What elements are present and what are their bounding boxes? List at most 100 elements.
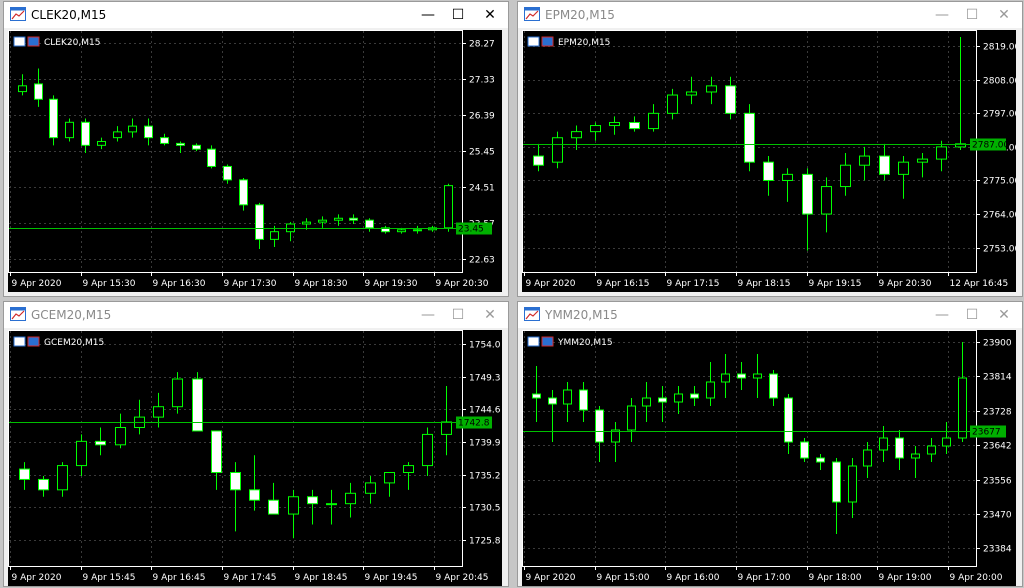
window-title: YMM20,M15 [545,308,618,322]
candlestick-chart[interactable]: 23900 23814 23728 23642 23556 23470 23384 9 Apr… [522,330,1016,586]
candle-bull [571,131,582,139]
candle-bear [725,85,736,114]
trade-panel-icon [527,36,540,47]
x-tick-label: 9 Apr 18:00 [809,573,862,583]
close-button[interactable]: ✕ [478,5,502,25]
y-tick-label: 23642 [983,442,1012,452]
candle-bear [81,121,90,146]
candle-bear [690,393,699,399]
candle-bull [172,378,183,408]
x-tick-label: 9 Apr 19:45 [365,573,418,583]
chart-canvas[interactable]: 2819.002808.002797.002786.002775.002764.… [522,30,1016,292]
candle-bull [721,373,730,383]
close-button[interactable]: ✕ [992,305,1016,325]
candle-bull [667,94,678,114]
y-tick-label: 2775.00 [983,177,1016,187]
chart-window-epm20[interactable]: EPM20,M15 — ☐ ✕ 2819.00 2808.00 2797.00 278… [517,1,1023,297]
y-tick-label: 2753.00 [983,245,1016,255]
candle-bear [349,217,358,221]
candle-bull [288,496,299,515]
y-tick-label: 26.39 [469,112,495,122]
candle-bull [942,437,951,447]
x-tick-label: 9 Apr 19:15 [809,279,862,289]
x-tick-label: 9 Apr 2020 [526,279,576,289]
candle-bull [674,393,683,403]
chart-canvas[interactable]: 23900 23814 23728 23642 23556 23470 23384 9 Apr… [522,330,1016,586]
candle-bull [422,433,433,467]
candle-bear [763,161,774,181]
candle-bear [176,142,185,146]
y-tick-label: 2808.00 [983,77,1016,87]
chart-window-icon [10,307,26,321]
candle-bear [895,437,904,459]
candle-bull [444,185,453,229]
x-tick-label: 9 Apr 16:00 [667,573,720,583]
maximize-button[interactable]: ☐ [960,5,984,25]
candlestick-chart[interactable]: 28.2727.3326.3925.4524.5123.5722.639 Apr… [8,30,502,292]
candlestick-chart[interactable]: 2819.002808.002797.002786.002775.002764.… [522,30,1016,292]
chart-window-icon [10,7,26,21]
y-tick-label: 23470 [983,511,1012,521]
chart-window-gcem20[interactable]: GCEM20,M15 — ☐ ✕ 1754.0 1749.3 1744.6 1739.… [3,301,509,587]
minimize-button[interactable]: — [930,305,954,325]
candle-bull [57,465,68,491]
plot-frame [522,330,977,567]
x-tick-label: 9 Apr 18:30 [295,279,348,289]
candle-bull [403,465,414,474]
candle-bear [307,496,318,505]
candle-bull [898,161,909,175]
minimize-button[interactable]: — [930,5,954,25]
candle-bear [207,148,216,167]
candle-bull [840,164,851,188]
chart-window-ymm20[interactable]: YMM20,M15 — ☐ ✕ 23900 23814 23728 23642 2355… [517,301,1023,587]
candle-bull [848,465,857,503]
chart-canvas[interactable]: 28.2727.3326.3925.4524.5123.5722.639 Apr… [8,30,502,292]
chart-canvas[interactable]: 1754.0 1749.3 1744.6 1739.9 1735.2 1730.5 1725… [8,330,502,586]
candle-bear [365,219,374,229]
candle-bear [255,204,264,240]
candle-bull [927,445,936,455]
minimize-button[interactable]: — [416,305,440,325]
maximize-button[interactable]: ☐ [446,5,470,25]
candlestick-chart[interactable]: 1754.0 1749.3 1744.6 1739.9 1735.2 1730.5 1725… [8,330,502,586]
x-tick-label: 9 Apr 17:15 [667,279,720,289]
x-tick-label: 9 Apr 15:45 [83,573,136,583]
window-titlebar[interactable]: EPM20,M15 — ☐ ✕ [518,2,1022,28]
y-tick-label: 1744.6 [469,406,501,416]
y-tick-label: 25.45 [469,148,495,158]
candle-bear [744,112,755,163]
candle-bull [115,426,126,446]
x-tick-label: 9 Apr 2020 [526,573,576,583]
x-tick-label: 9 Apr 19:30 [365,279,418,289]
candle-bull [706,381,715,399]
window-titlebar[interactable]: GCEM20,M15 — ☐ ✕ [4,302,508,328]
y-tick-label: 2764.00 [983,211,1016,221]
x-tick-label: 9 Apr 18:45 [295,573,348,583]
depth-of-market-icon [541,336,554,347]
candle-bull [365,482,376,494]
x-tick-label: 9 Apr 18:15 [738,279,791,289]
candle-bull [590,125,601,133]
candle-bull [413,229,422,232]
x-tick-label: 9 Apr 16:30 [153,279,206,289]
window-title: GCEM20,M15 [31,308,112,322]
candle-bull [911,453,920,459]
candle-bear [49,98,58,139]
candle-bull [302,221,311,225]
chart-window-clek20[interactable]: CLEK20,M15 — ☐ ✕ 28.27 27.33 26.39 25.45 24.… [3,1,509,297]
candle-bear [533,155,544,166]
depth-of-market-icon [27,336,40,347]
close-button[interactable]: ✕ [478,305,502,325]
candle-bear [239,179,248,206]
maximize-button[interactable]: ☐ [960,305,984,325]
candle-bear [160,137,169,144]
candle-bear [769,373,778,399]
maximize-button[interactable]: ☐ [446,305,470,325]
x-tick-label: 9 Apr 20:45 [436,573,489,583]
window-titlebar[interactable]: CLEK20,M15 — ☐ ✕ [4,2,508,28]
minimize-button[interactable]: — [416,5,440,25]
window-titlebar[interactable]: YMM20,M15 — ☐ ✕ [518,302,1022,328]
candle-bull [270,231,279,240]
close-button[interactable]: ✕ [992,5,1016,25]
y-tick-label: 2819.00 [983,43,1016,53]
